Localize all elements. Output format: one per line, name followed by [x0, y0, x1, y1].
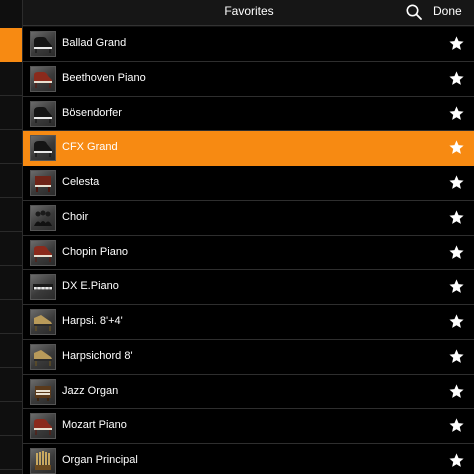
background-list-row-active: [0, 28, 22, 62]
harpsichord-icon: [30, 309, 56, 335]
list-item[interactable]: Beethoven Piano: [23, 61, 474, 97]
instrument-name: Harpsichord 8': [62, 349, 133, 362]
pipe-organ-icon: [30, 448, 56, 474]
fortepiano-icon: [30, 65, 56, 92]
favorite-star-icon[interactable]: [448, 70, 465, 87]
favorite-star-icon[interactable]: [448, 452, 465, 469]
list-item[interactable]: Celesta: [23, 166, 474, 201]
grand-piano-icon: [30, 135, 56, 162]
list-item[interactable]: DX E.Piano: [23, 270, 474, 305]
background-list-row: [0, 334, 22, 368]
favorite-star-icon[interactable]: [448, 174, 465, 191]
favorite-star-icon[interactable]: [448, 35, 465, 52]
favorite-star-icon[interactable]: [448, 348, 465, 365]
instrument-name: Ballad Grand: [62, 37, 127, 49]
instrument-name: Beethoven Piano: [62, 71, 146, 84]
favorite-star-icon[interactable]: [448, 244, 465, 261]
list-item[interactable]: Organ Principal: [23, 444, 474, 474]
list-item[interactable]: Mozart Piano: [23, 409, 474, 444]
list-item[interactable]: Harpsichord 8': [23, 339, 474, 375]
electric-piano-icon: [30, 274, 56, 301]
background-list-row: [0, 232, 22, 266]
background-list-row: [0, 164, 22, 198]
background-list-row: [0, 368, 22, 402]
instrument-name: Harpsi. 8'+4': [62, 315, 123, 327]
harpsichord-icon: [30, 343, 56, 370]
favorite-star-icon[interactable]: [448, 105, 465, 122]
list-item[interactable]: Ballad Grand: [23, 27, 474, 62]
list-item[interactable]: Harpsi. 8'+4': [23, 305, 474, 340]
instrument-name: Choir: [62, 210, 89, 223]
instrument-name: Organ Principal: [62, 454, 138, 466]
background-list-row: [0, 198, 22, 232]
favorites-panel: Favorites Done Ballad Grand Beethoven Pia…: [22, 0, 474, 474]
panel-header: Favorites Done: [23, 0, 474, 26]
favorite-star-icon[interactable]: [448, 139, 465, 156]
grand-piano-icon: [30, 31, 56, 57]
favorite-star-icon[interactable]: [448, 278, 465, 295]
background-list-row: [0, 62, 22, 96]
favorites-screen: Favorites Done Ballad Grand Beethoven Pia…: [0, 0, 474, 474]
search-icon[interactable]: [405, 3, 423, 21]
instrument-name: DX E.Piano: [62, 280, 119, 293]
instrument-name: Bösendorfer: [62, 106, 122, 119]
fortepiano-icon: [30, 239, 56, 266]
background-list-row: [0, 300, 22, 334]
background-list-row: [0, 130, 22, 164]
instrument-name: Chopin Piano: [62, 245, 129, 258]
favorite-star-icon[interactable]: [448, 209, 465, 226]
done-button[interactable]: Done: [433, 4, 462, 18]
instrument-name: Jazz Organ: [62, 384, 119, 397]
background-list-row: [0, 402, 22, 436]
grand-piano-icon: [30, 100, 56, 127]
instrument-name: Mozart Piano: [62, 419, 127, 432]
list-item[interactable]: Choir: [23, 200, 474, 236]
instrument-name: CFX Grand: [62, 141, 118, 154]
list-item[interactable]: Bösendorfer: [23, 96, 474, 132]
background-list-row: [0, 436, 22, 470]
choir-icon: [30, 204, 56, 231]
list-item[interactable]: Chopin Piano: [23, 235, 474, 271]
background-list-strip: [0, 0, 22, 474]
list-item[interactable]: Jazz Organ: [23, 374, 474, 410]
favorite-star-icon[interactable]: [448, 383, 465, 400]
list-item-selected[interactable]: CFX Grand: [23, 131, 474, 166]
celesta-icon: [30, 170, 56, 196]
background-list-row: [0, 96, 22, 130]
favorite-star-icon[interactable]: [448, 417, 465, 434]
instrument-list: Ballad Grand Beethoven Piano Bösendorfer CF…: [23, 27, 474, 474]
background-list-row: [0, 266, 22, 300]
favorite-star-icon[interactable]: [448, 313, 465, 330]
organ-icon: [30, 378, 56, 405]
fortepiano-icon: [30, 413, 56, 440]
instrument-name: Celesta: [62, 176, 100, 188]
